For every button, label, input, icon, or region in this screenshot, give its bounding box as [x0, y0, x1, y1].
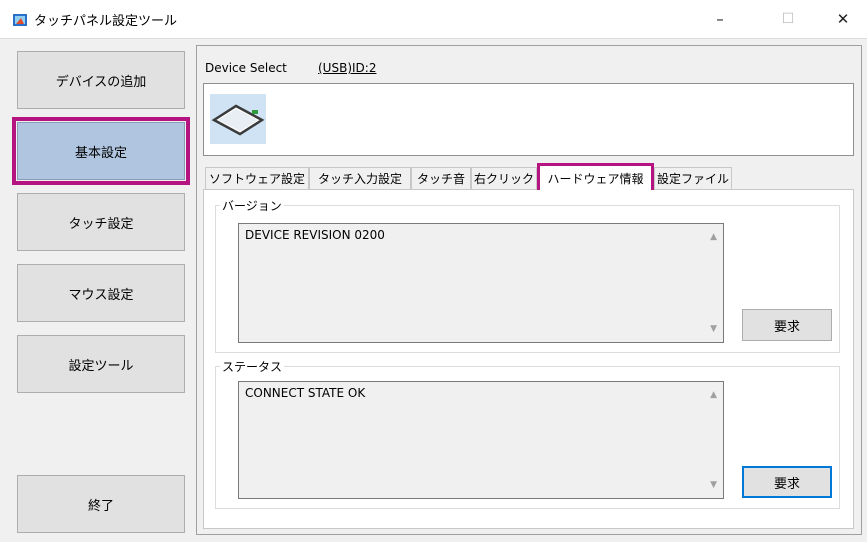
- scroll-up-icon[interactable]: ▲: [710, 232, 717, 242]
- tab-software-settings[interactable]: ソフトウェア設定: [205, 167, 309, 189]
- tab-settings-file[interactable]: 設定ファイル: [654, 167, 732, 189]
- touch-settings-button[interactable]: タッチ設定: [17, 193, 185, 251]
- app-icon: [13, 14, 27, 26]
- device-list[interactable]: [203, 83, 854, 156]
- tab-touch-sound[interactable]: タッチ音: [411, 167, 471, 189]
- scroll-up-icon[interactable]: ▲: [710, 390, 717, 400]
- tab-right-click[interactable]: 右クリック: [471, 167, 537, 189]
- version-request-button[interactable]: 要求: [742, 309, 832, 341]
- status-textbox[interactable]: CONNECT STATE OK ▲ ▼: [238, 381, 724, 499]
- tab-hardware-info[interactable]: ハードウェア情報: [537, 163, 654, 190]
- device-id-link[interactable]: (USB)ID:2: [318, 61, 376, 75]
- basic-settings-button[interactable]: 基本設定: [17, 122, 185, 180]
- status-group-title: ステータス: [220, 358, 285, 375]
- touch-panel-device-icon[interactable]: [210, 94, 266, 144]
- scroll-down-icon[interactable]: ▼: [710, 324, 717, 334]
- status-text: CONNECT STATE OK: [245, 386, 366, 400]
- settings-tool-button[interactable]: 設定ツール: [17, 335, 185, 393]
- status-request-button[interactable]: 要求: [742, 466, 832, 498]
- version-textbox[interactable]: DEVICE REVISION 0200 ▲ ▼: [238, 223, 724, 343]
- title-bar: タッチパネル設定ツール – ☐ ✕: [0, 0, 867, 38]
- minimize-button[interactable]: –: [697, 0, 743, 38]
- device-select-label: Device Select: [205, 61, 287, 75]
- close-button[interactable]: ✕: [820, 0, 866, 38]
- version-group-title: バージョン: [220, 197, 284, 214]
- version-text: DEVICE REVISION 0200: [245, 228, 385, 242]
- mouse-settings-button[interactable]: マウス設定: [17, 264, 185, 322]
- maximize-button[interactable]: ☐: [765, 0, 811, 38]
- window-title: タッチパネル設定ツール: [34, 14, 178, 29]
- tab-touch-input-settings[interactable]: タッチ入力設定: [309, 167, 411, 189]
- exit-button[interactable]: 終了: [17, 475, 185, 533]
- scroll-down-icon[interactable]: ▼: [710, 480, 717, 490]
- add-device-button[interactable]: デバイスの追加: [17, 51, 185, 109]
